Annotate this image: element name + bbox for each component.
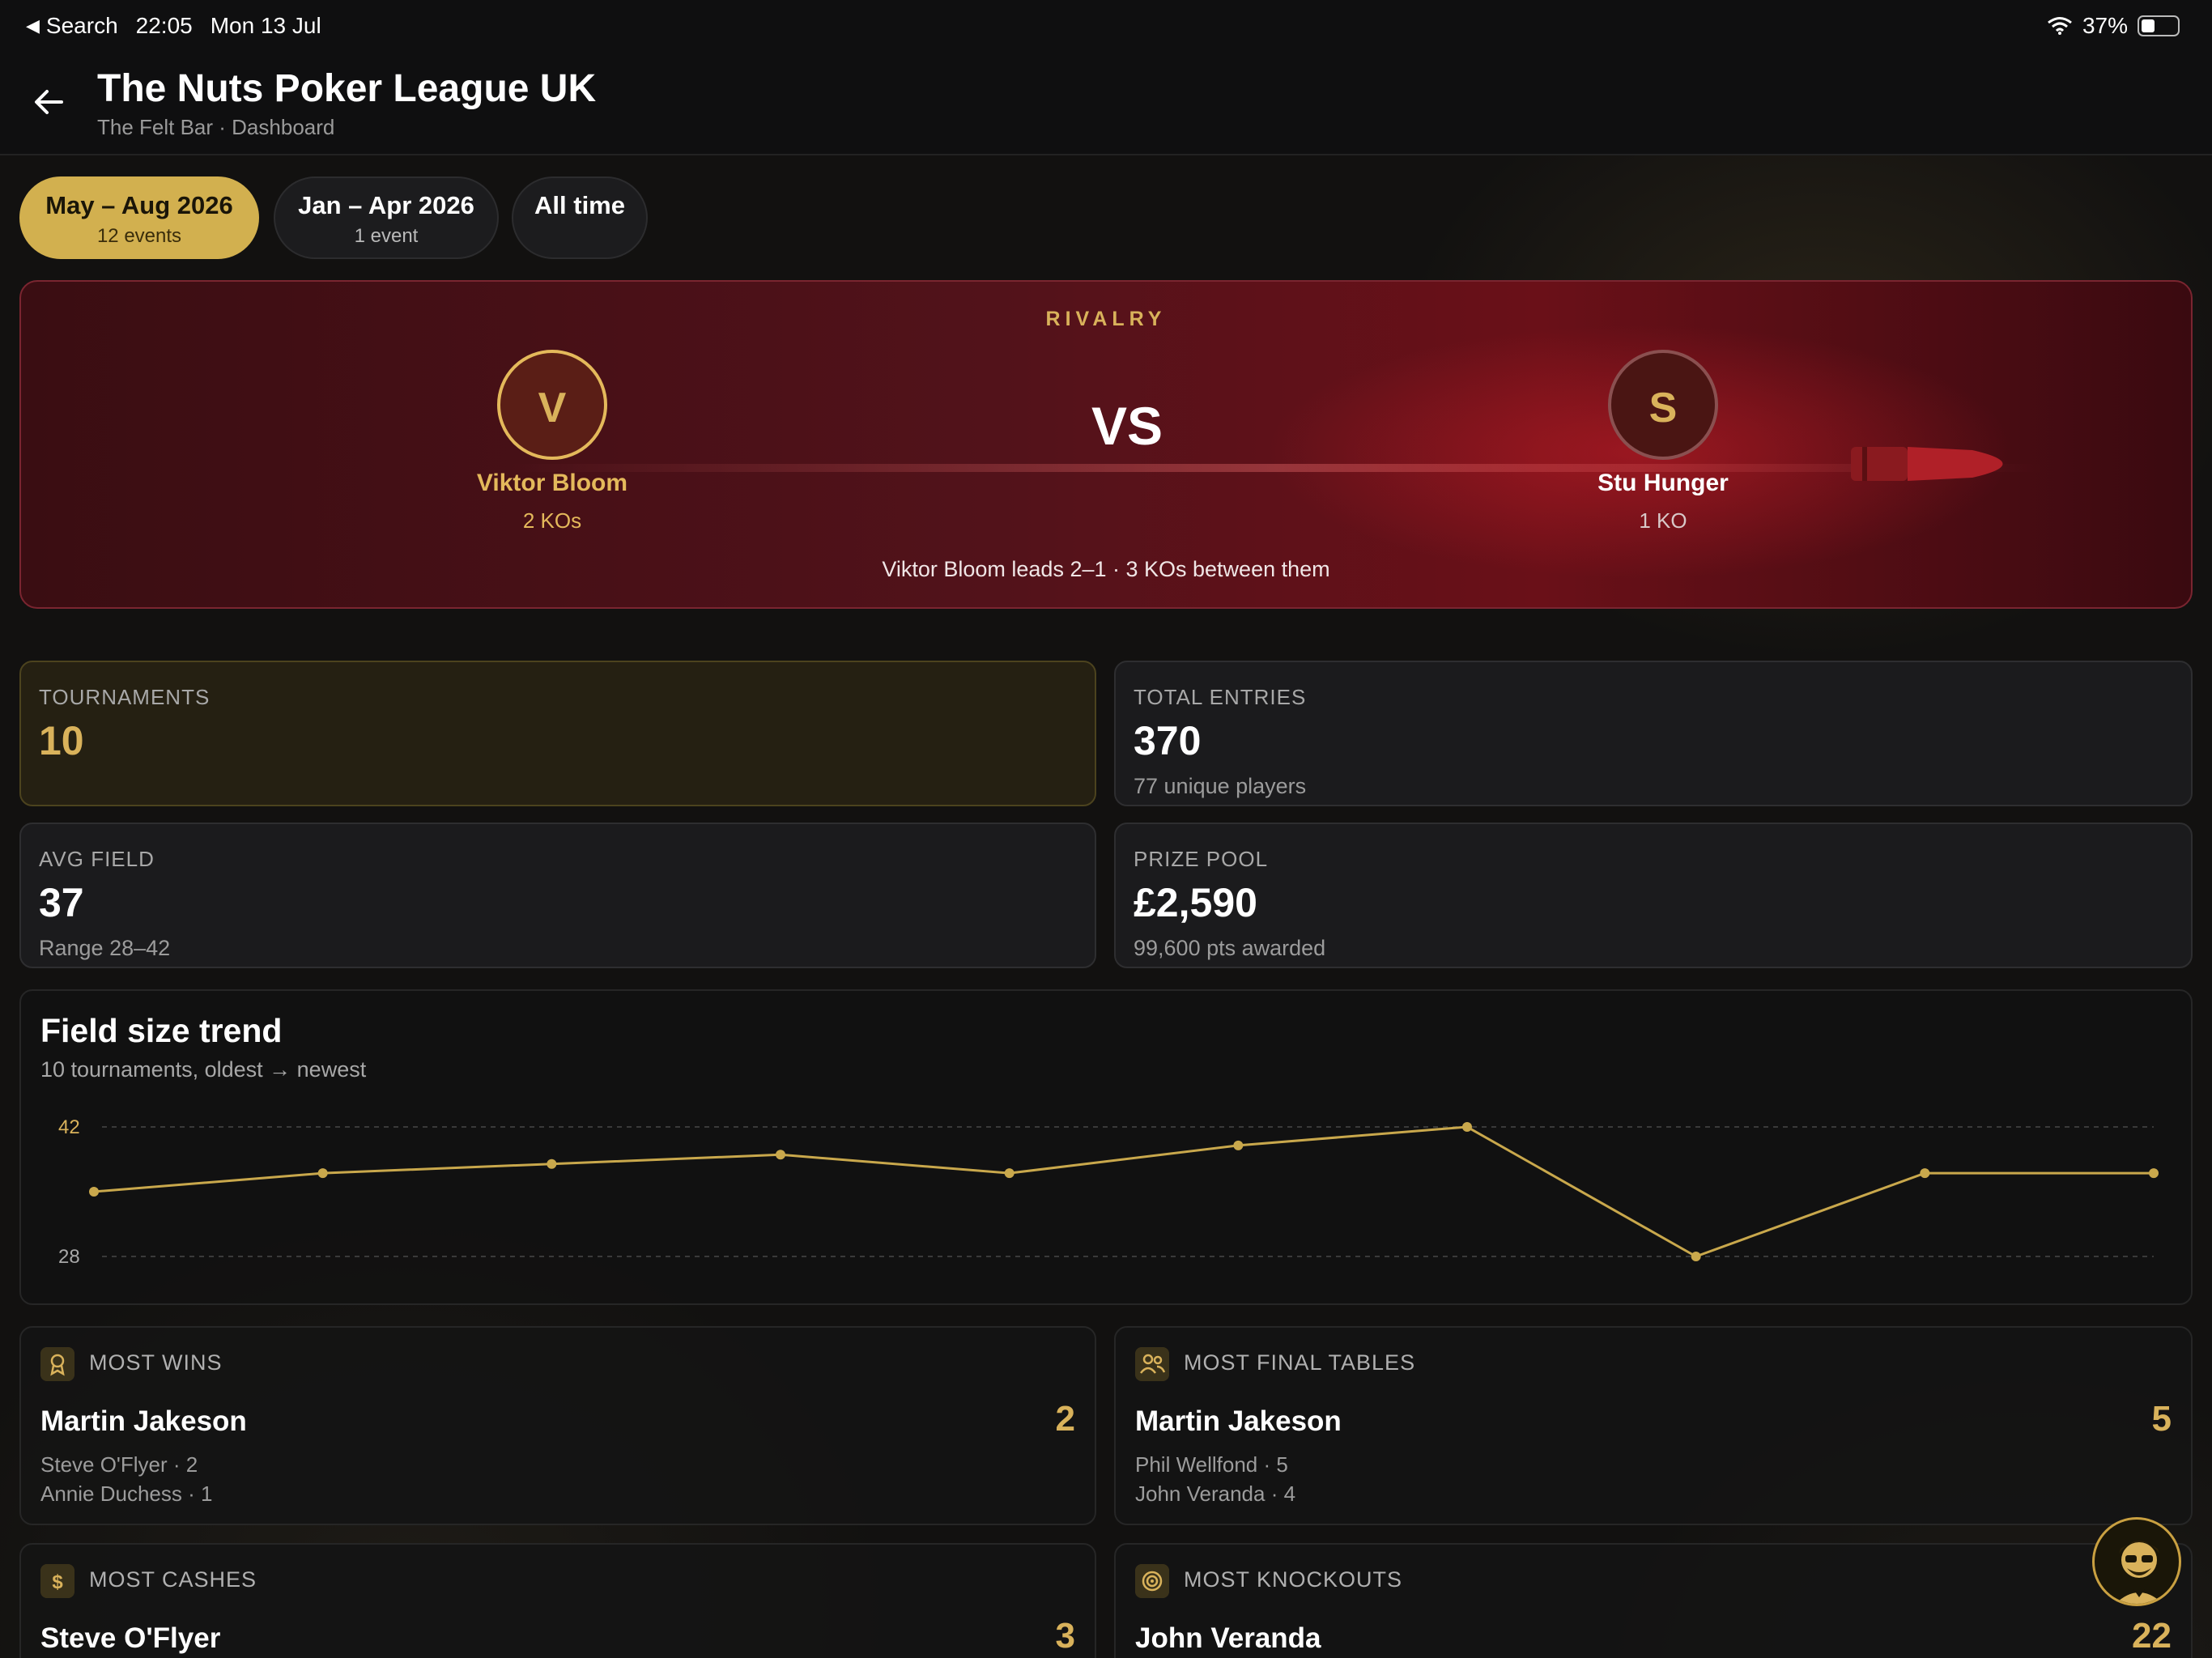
page-header: The Nuts Poker League UK The Felt Bar · …: [0, 52, 2212, 155]
data-point[interactable]: [2149, 1168, 2159, 1179]
award-icon: [40, 1347, 74, 1381]
versus-text: VS: [1091, 396, 1163, 456]
leader-value: 5: [2151, 1399, 2172, 1439]
leader-most-knockouts[interactable]: MOST KNOCKOUTS John Veranda 22: [1114, 1543, 2193, 1658]
data-point[interactable]: [89, 1187, 99, 1197]
rivalry-summary: Viktor Bloom leads 2–1 · 3 KOs between t…: [882, 557, 1330, 581]
stat-label: TOURNAMENTS: [39, 685, 211, 709]
stat-sub: 77 unique players: [1134, 774, 1307, 798]
stat-value: 10: [39, 718, 84, 763]
rival-b-name: Stu Hunger: [1597, 470, 1729, 496]
rival-b-kos: 1 KO: [1639, 508, 1687, 533]
leader-name: Martin Jakeson: [1135, 1405, 1342, 1437]
page-subtitle: The Felt Bar · Dashboard: [97, 115, 335, 139]
rival-a-kos: 2 KOs: [522, 508, 582, 533]
data-point[interactable]: [317, 1168, 328, 1179]
stat-tournaments: TOURNAMENTS 10: [19, 661, 1096, 806]
leader-title: MOST FINAL TABLES: [1184, 1350, 1416, 1375]
stat-avg-field: AVG FIELD 37 Range 28–42: [19, 823, 1096, 968]
stat-value: 37: [39, 880, 84, 925]
back-to-search[interactable]: ◀ Search: [26, 13, 118, 39]
status-bar: ◀ Search 22:05 Mon 13 Jul 37%: [0, 0, 2212, 52]
chart-plot: 42 28: [58, 1116, 2159, 1268]
leader-name: John Veranda: [1135, 1622, 1321, 1654]
leader-title: MOST WINS: [89, 1350, 223, 1375]
back-arrow-icon[interactable]: [31, 84, 66, 120]
stat-label: TOTAL ENTRIES: [1134, 685, 1307, 709]
svg-text:$: $: [52, 1571, 63, 1593]
back-label: Search: [45, 13, 118, 38]
leader-most-wins[interactable]: MOST WINS Martin Jakeson 2 Steve O'Flyer…: [19, 1326, 1096, 1525]
status-date: Mon 13 Jul: [210, 13, 321, 38]
y-tick-label: 28: [58, 1246, 80, 1268]
filter-label: May – Aug 2026: [45, 191, 233, 219]
back-triangle-icon: ◀: [26, 15, 40, 36]
leader-name: Martin Jakeson: [40, 1405, 247, 1437]
y-tick-label: 42: [58, 1116, 80, 1138]
wifi-icon: [2048, 17, 2072, 35]
status-time: 22:05: [135, 13, 193, 38]
bullet-icon: [1851, 447, 2003, 481]
rivalry-label: RIVALRY: [1045, 308, 1167, 330]
battery-icon: [2138, 15, 2180, 36]
stat-prize-pool: PRIZE POOL £2,590 99,600 pts awarded: [1114, 823, 2193, 968]
stat-sub: 99,600 pts awarded: [1134, 936, 1326, 960]
data-point[interactable]: [1004, 1168, 1015, 1179]
stat-value: 370: [1134, 718, 1202, 763]
data-point[interactable]: [1462, 1122, 1472, 1132]
filter-count: 12 events: [96, 225, 182, 247]
runner-up: John Veranda · 4: [1135, 1482, 1296, 1506]
data-point[interactable]: [547, 1158, 557, 1169]
page-title: The Nuts Poker League UK: [97, 67, 597, 110]
rival-a-name: Viktor Bloom: [476, 470, 628, 496]
battery-percent: 37%: [2082, 13, 2128, 38]
filter-may-aug-2026[interactable]: May – Aug 2026 12 events: [19, 176, 259, 259]
users-icon: [1135, 1347, 1169, 1381]
series-line: [93, 1125, 2154, 1258]
filter-count: 1 event: [354, 225, 419, 247]
data-point[interactable]: [1691, 1252, 1701, 1261]
avatar: V: [497, 350, 607, 460]
runner-up: Annie Duchess · 1: [40, 1482, 213, 1506]
target-icon: [1135, 1564, 1169, 1598]
leader-value: 22: [2132, 1616, 2172, 1656]
leader-name: Steve O'Flyer: [40, 1622, 221, 1654]
stat-sub: Range 28–42: [39, 936, 171, 960]
runner-up: Steve O'Flyer · 2: [40, 1452, 198, 1477]
stat-value: £2,590: [1134, 880, 1257, 925]
leader-value: 2: [1055, 1399, 1075, 1439]
data-point[interactable]: [1233, 1140, 1244, 1150]
assistant-avatar-button[interactable]: [2092, 1517, 2181, 1606]
leader-most-final-tables[interactable]: MOST FINAL TABLES Martin Jakeson 5 Phil …: [1114, 1326, 2193, 1525]
leader-title: MOST CASHES: [89, 1567, 257, 1592]
data-point[interactable]: [1920, 1168, 1930, 1179]
leader-most-cashes[interactable]: $ MOST CASHES Steve O'Flyer 3: [19, 1543, 1096, 1658]
stat-label: AVG FIELD: [39, 847, 155, 871]
filter-all-time[interactable]: All time: [512, 176, 648, 259]
stat-total-entries: TOTAL ENTRIES 370 77 unique players: [1114, 661, 2193, 806]
data-point[interactable]: [776, 1150, 785, 1160]
runner-up: Phil Wellfond · 5: [1135, 1452, 1288, 1477]
leader-value: 3: [1055, 1616, 1075, 1656]
stat-label: PRIZE POOL: [1134, 847, 1269, 871]
filter-jan-apr-2026[interactable]: Jan – Apr 2026 1 event: [274, 176, 499, 259]
dollar-icon: $: [40, 1564, 74, 1598]
leader-title: MOST KNOCKOUTS: [1184, 1567, 1403, 1592]
avatar: S: [1608, 350, 1718, 460]
field-size-chart: Field size trend 10 tournaments, oldest …: [19, 989, 2193, 1305]
rivalry-card[interactable]: RIVALRY V Viktor Bloom 2 KOs VS S Stu Hu…: [19, 280, 2193, 609]
filter-label: Jan – Apr 2026: [298, 191, 474, 219]
filter-label: All time: [534, 191, 625, 219]
